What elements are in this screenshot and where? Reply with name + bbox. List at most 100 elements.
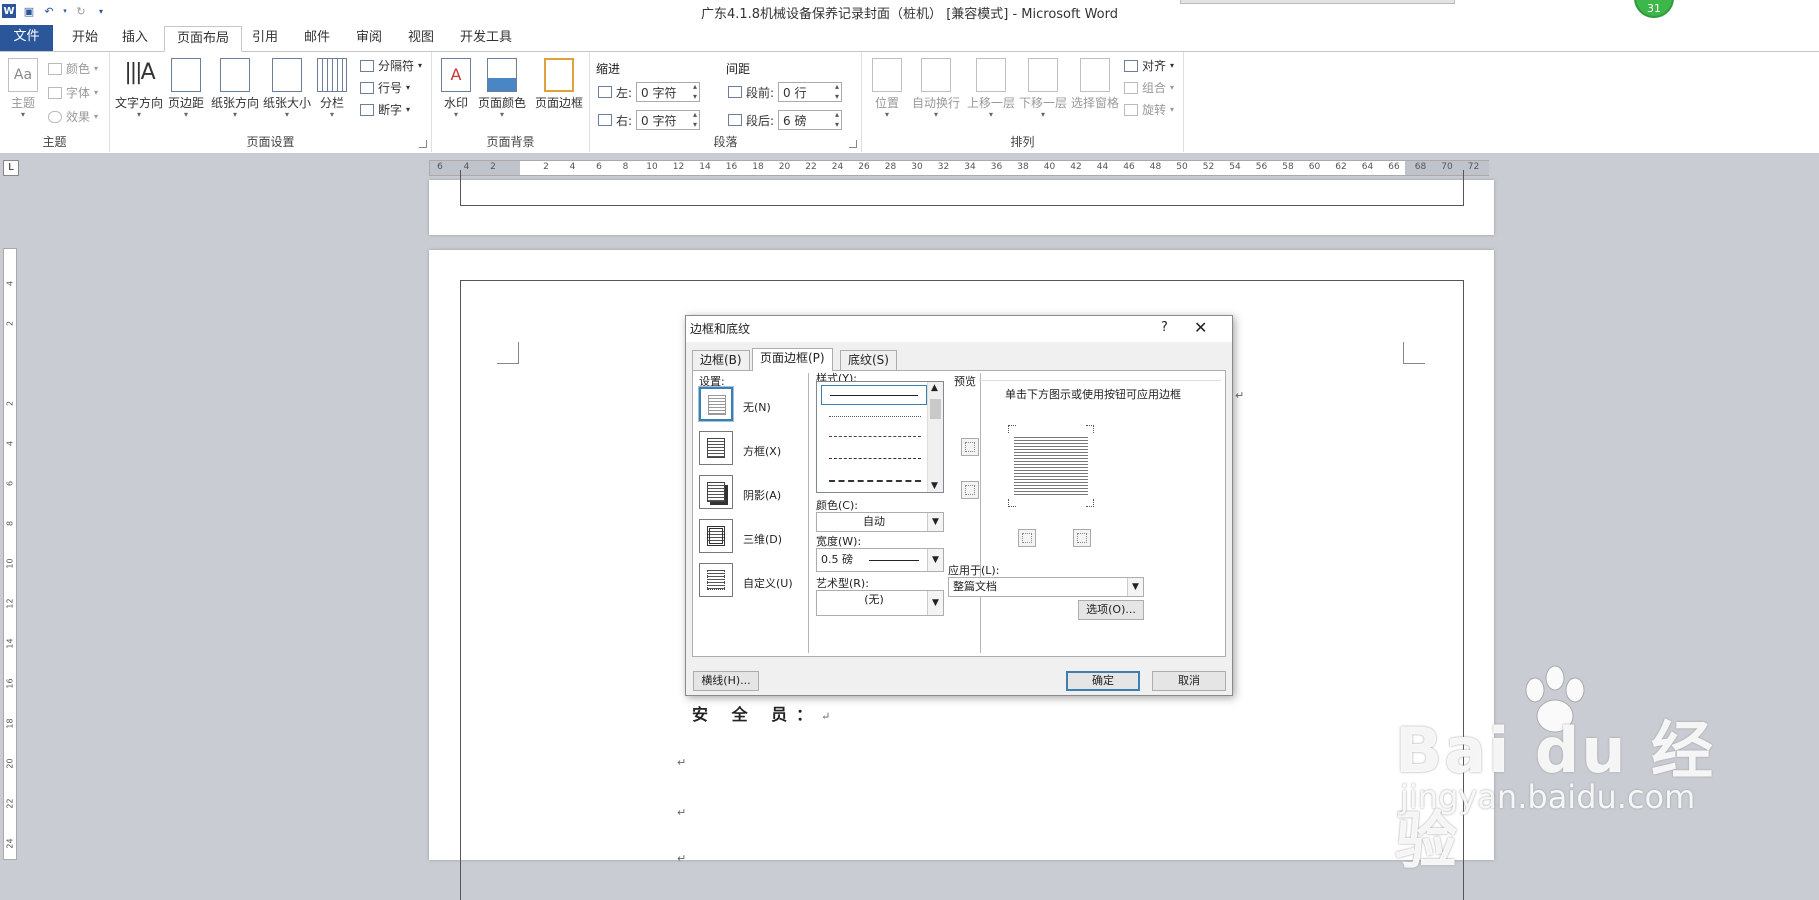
setting-custom-icon[interactable] — [699, 563, 733, 597]
border-preview[interactable] — [1008, 425, 1094, 507]
themes-button[interactable]: Aa 主题 ▾ — [6, 58, 40, 119]
group-label-page-background: 页面背景 — [486, 135, 535, 149]
page-color-button[interactable]: 页面颜色 ▾ — [476, 58, 528, 119]
effects-icon — [48, 110, 62, 123]
tab-developer[interactable]: 开发工具 — [448, 26, 524, 52]
rotate-button[interactable]: 旋转 ▾ — [1124, 101, 1174, 118]
page-border-panel: 设置: 无(N) 方框(X) 阴影(A) 三维(D) 自定义(U) 样式(Y):… — [692, 370, 1226, 657]
theme-effects-button[interactable]: 效果 ▾ — [48, 108, 98, 125]
tab-file[interactable]: 文件 — [0, 25, 53, 51]
spacing-before-row: 段前: 0 行 — [728, 82, 843, 102]
tab-home[interactable]: 开始 — [60, 26, 110, 52]
margins-icon — [171, 58, 201, 92]
width-select[interactable]: 0.5 磅 ▼ — [816, 548, 944, 572]
align-button[interactable]: 对齐 ▾ — [1124, 57, 1174, 74]
columns-icon — [317, 58, 347, 92]
right-border-button[interactable] — [1073, 529, 1091, 547]
horizontal-line-button[interactable]: 横线(H)... — [693, 671, 759, 691]
setting-box-label[interactable]: 方框(X) — [743, 443, 781, 459]
apply-to-label: 应用于(L): — [948, 564, 1000, 577]
tab-borders[interactable]: 边框(B) — [692, 350, 750, 370]
bottom-border-button[interactable] — [961, 481, 979, 499]
spacing-before-input[interactable]: 0 行 — [778, 82, 843, 102]
setting-shadow-icon[interactable] — [699, 475, 733, 509]
close-icon[interactable]: ✕ — [1194, 318, 1207, 337]
bring-forward-button[interactable]: 上移一层 ▾ — [966, 58, 1016, 119]
style-option[interactable] — [829, 416, 921, 417]
vruler-number: 4 — [5, 280, 15, 287]
page-size-button[interactable]: 纸张大小 ▾ — [262, 58, 312, 119]
tab-review[interactable]: 审阅 — [344, 26, 394, 52]
position-button[interactable]: 位置 ▾ — [870, 58, 904, 119]
hyphenation-icon — [360, 103, 374, 116]
setting-box-icon[interactable] — [699, 431, 733, 465]
apply-to-select[interactable]: 整篇文档 ▼ — [948, 577, 1144, 597]
help-button[interactable]: ? — [1161, 320, 1168, 335]
watermark-button[interactable]: A 水印 ▾ — [438, 58, 474, 119]
align-icon — [1124, 59, 1138, 72]
breaks-button[interactable]: 分隔符 ▾ — [360, 57, 422, 74]
position-icon — [872, 58, 902, 92]
vertical-ruler[interactable]: 4 2 2 4 6 8 10 12 14 16 18 20 22 24 — [3, 248, 17, 860]
text-direction-button[interactable]: |||A 文字方向 ▾ — [114, 58, 164, 119]
style-option[interactable] — [829, 436, 921, 437]
hyphenation-button[interactable]: 断字 ▾ — [360, 101, 410, 118]
page-setup-launcher[interactable] — [419, 140, 427, 148]
style-list-scrollbar[interactable]: ▲ ▼ — [927, 382, 943, 492]
theme-colors-button[interactable]: 颜色 ▾ — [48, 60, 98, 77]
style-option[interactable] — [829, 458, 921, 459]
scroll-up-icon[interactable]: ▲ — [931, 383, 938, 393]
style-option-selected[interactable] — [821, 385, 927, 405]
ok-button[interactable]: 确定 — [1066, 671, 1140, 691]
page-borders-button[interactable]: 页面边框 — [532, 58, 586, 111]
border-style-list[interactable]: ▲ ▼ — [816, 381, 944, 493]
indent-right-input[interactable]: 0 字符 — [636, 110, 701, 130]
wrap-text-button[interactable]: 自动换行 ▾ — [910, 58, 962, 119]
margin-corner-top-right — [1403, 342, 1425, 364]
setting-custom-label[interactable]: 自定义(U) — [743, 575, 793, 591]
art-select[interactable]: (无) ▼ — [816, 590, 944, 616]
spacing-after-input[interactable]: 6 磅 — [778, 110, 843, 130]
spacing-title: 间距 — [726, 62, 751, 76]
fonts-icon — [48, 86, 62, 99]
tab-selector[interactable]: L — [3, 160, 19, 176]
theme-fonts-button[interactable]: 字体 ▾ — [48, 84, 98, 101]
vruler-number: 2 — [5, 320, 15, 327]
setting-3d-label[interactable]: 三维(D) — [743, 531, 782, 547]
indent-right-row: 右: 0 字符 — [598, 110, 701, 130]
color-select[interactable]: 自动 ▼ — [816, 512, 944, 532]
cancel-button[interactable]: 取消 — [1152, 671, 1226, 691]
tab-shading[interactable]: 底纹(S) — [840, 350, 897, 370]
wrap-text-icon — [921, 58, 951, 92]
tab-mailings[interactable]: 邮件 — [292, 26, 342, 52]
send-backward-button[interactable]: 下移一层 ▾ — [1018, 58, 1068, 119]
orientation-button[interactable]: 纸张方向 ▾ — [210, 58, 260, 119]
options-button[interactable]: 选项(O)... — [1078, 600, 1144, 620]
margins-button[interactable]: 页边距 ▾ — [166, 58, 206, 119]
group-objects-button[interactable]: 组合 ▾ — [1124, 79, 1174, 96]
vruler-number: 8 — [5, 520, 15, 527]
tab-page-layout[interactable]: 页面布局 — [164, 26, 243, 52]
line-numbers-button[interactable]: 行号 ▾ — [360, 79, 410, 96]
top-border-button[interactable] — [961, 438, 979, 456]
setting-3d-icon[interactable] — [699, 519, 733, 553]
columns-button[interactable]: 分栏 ▾ — [316, 58, 348, 119]
setting-shadow-label[interactable]: 阴影(A) — [743, 487, 781, 503]
indent-left-row: 左: 0 字符 — [598, 82, 701, 102]
scroll-thumb[interactable] — [930, 399, 941, 419]
setting-none-label[interactable]: 无(N) — [743, 399, 771, 415]
indent-left-input[interactable]: 0 字符 — [636, 82, 701, 102]
tab-references[interactable]: 引用 — [240, 26, 290, 52]
tab-page-border[interactable]: 页面边框(P) — [752, 348, 833, 371]
page-color-icon — [487, 58, 517, 92]
paragraph-launcher[interactable] — [849, 140, 857, 148]
scroll-down-icon[interactable]: ▼ — [931, 481, 938, 491]
chevron-down-icon: ▼ — [927, 591, 943, 615]
tab-view[interactable]: 视图 — [396, 26, 446, 52]
left-border-button[interactable] — [1018, 529, 1036, 547]
selection-pane-button[interactable]: 选择窗格 — [1070, 58, 1120, 111]
tab-insert[interactable]: 插入 — [110, 26, 160, 52]
style-option[interactable] — [829, 480, 921, 482]
setting-none-icon[interactable] — [698, 386, 734, 422]
breaks-icon — [360, 59, 374, 72]
